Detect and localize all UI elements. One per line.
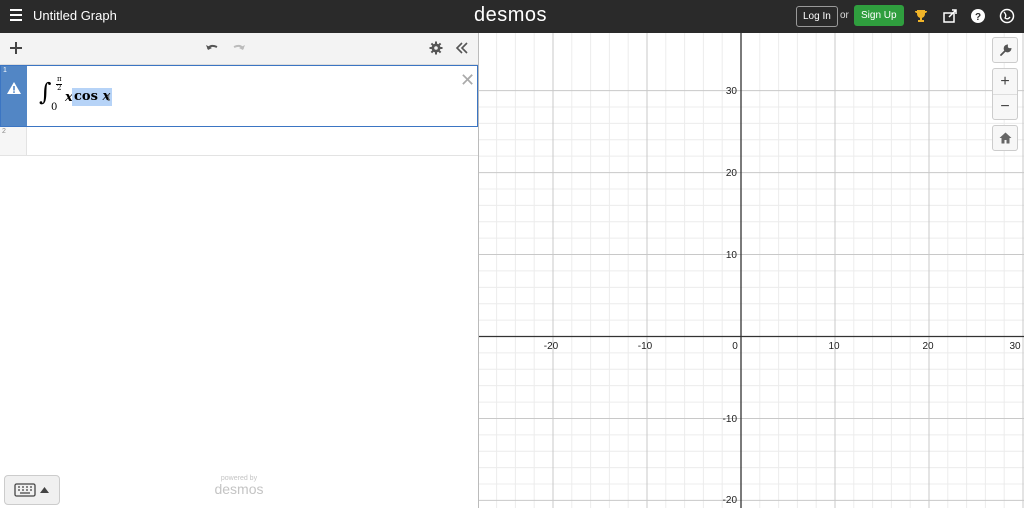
y-tick-label: 20 [726, 168, 738, 179]
graph-canvas[interactable]: -20 -10 0 10 20 30 30 20 10 -10 -20 [479, 33, 1024, 508]
powered-by-desmos[interactable]: powered by desmos [210, 475, 268, 496]
svg-text:?: ? [975, 12, 981, 23]
trophy-icon[interactable] [913, 8, 929, 24]
menu-icon[interactable] [10, 9, 22, 23]
share-icon[interactable] [942, 8, 958, 24]
zoom-in-button[interactable]: + [993, 69, 1017, 95]
math-cos: cos [74, 89, 98, 104]
gear-icon[interactable] [429, 41, 443, 55]
globe-icon[interactable] [999, 8, 1015, 24]
integral-lower-bound: 0 [51, 102, 58, 113]
expression-row[interactable]: 1 ∫ 0 π 2 x cos x I ✕ [0, 65, 478, 127]
add-icon[interactable] [9, 41, 23, 55]
expression-index: 1 [3, 67, 7, 74]
expression-panel: 1 ∫ 0 π 2 x cos x I ✕ 2 powered by desmo… [0, 33, 479, 508]
caret-up-icon [40, 487, 49, 493]
x-tick-label: 30 [1009, 341, 1021, 352]
zoom-out-button[interactable]: − [993, 94, 1017, 119]
x-tick-label: -10 [638, 341, 653, 352]
wrench-icon [1000, 44, 1012, 56]
powered-by-logo: desmos [214, 481, 264, 497]
login-button[interactable]: Log In [796, 6, 838, 27]
origin-label: 0 [732, 341, 738, 352]
expression-row-empty[interactable]: 2 [0, 127, 478, 156]
undo-icon[interactable] [205, 41, 219, 55]
home-icon [999, 132, 1012, 144]
keyboard-toggle-button[interactable] [4, 475, 60, 505]
expression-toolbar [0, 33, 478, 65]
top-bar: Untitled Graph desmos Log In or Sign Up … [0, 0, 1024, 33]
x-tick-label: -20 [544, 341, 559, 352]
graph-title[interactable]: Untitled Graph [33, 8, 117, 23]
x-tick-label: 10 [828, 341, 840, 352]
y-tick-label: -10 [723, 414, 738, 425]
y-tick-label: 10 [726, 250, 738, 261]
or-label: or [840, 10, 849, 21]
y-tick-label: -20 [723, 495, 738, 506]
expression-status-cell[interactable]: 1 [1, 66, 27, 126]
text-cursor: I [107, 94, 111, 104]
collapse-icon[interactable] [455, 41, 469, 55]
x-tick-label: 20 [922, 341, 934, 352]
desmos-logo: desmos [474, 4, 548, 26]
integral-sign: ∫ [39, 78, 52, 106]
redo-icon[interactable] [232, 41, 246, 55]
delete-expression-icon[interactable]: ✕ [460, 71, 475, 89]
expression-status-cell-empty[interactable]: 2 [0, 127, 27, 155]
help-icon[interactable]: ? [970, 8, 986, 24]
expression-index-2: 2 [2, 128, 6, 135]
y-tick-label: 30 [726, 86, 738, 97]
zoom-controls: + − [992, 68, 1018, 120]
integral-upper-numerator: π [57, 75, 62, 83]
integral-upper-denominator: 2 [57, 84, 62, 92]
default-viewport-button[interactable] [992, 125, 1018, 151]
warning-icon[interactable] [6, 81, 22, 95]
math-input[interactable]: ∫ 0 π 2 x cos x I [39, 75, 129, 116]
signup-button[interactable]: Sign Up [854, 5, 904, 26]
keyboard-icon [14, 483, 36, 497]
graph-settings-button[interactable] [992, 37, 1018, 63]
